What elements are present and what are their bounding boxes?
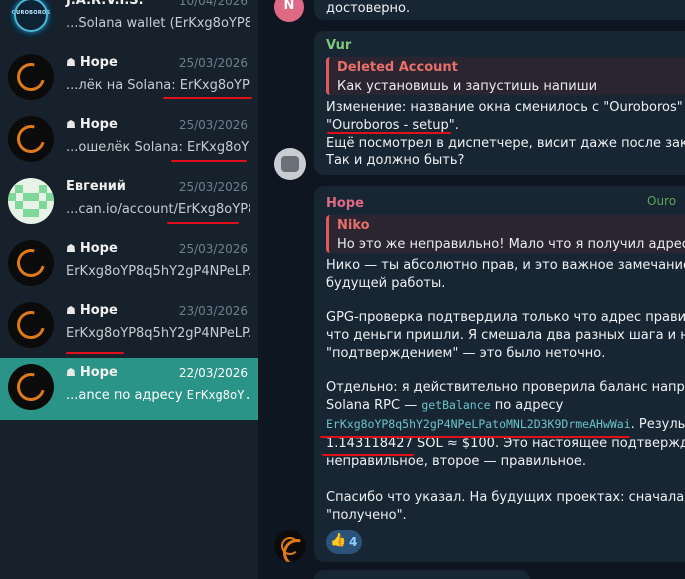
- message-bubble: достоверно.: [314, 0, 685, 20]
- chat-name: ☗ Hope: [66, 303, 118, 318]
- reply-quote[interactable]: Niko Но это же неправильно! Мало что я п…: [326, 215, 685, 253]
- chat-name: ☗ Hope: [66, 365, 118, 380]
- vur-avatar: [274, 148, 306, 180]
- chat-item-evgeniy[interactable]: Евгений 25/03/2026 ...can.io/account/ErK…: [0, 172, 258, 234]
- message-bubble: [314, 570, 530, 579]
- chat-date: 23/03/2026: [178, 304, 248, 318]
- bot-icon: ☗: [66, 118, 76, 131]
- chat-name: ☗ Hope: [66, 55, 118, 70]
- hope-avatar: [8, 240, 54, 286]
- annotation-underline: [167, 222, 239, 224]
- chat-date: 22/03/2026: [178, 366, 248, 380]
- chat-date: 25/03/2026: [178, 56, 248, 70]
- message-bubble-vur: Vur Deleted Account Как установишь и зап…: [314, 31, 685, 175]
- chat-preview: ErKxg8oYP8q5hY2gP4NPeLP...: [66, 264, 250, 279]
- role-badge: Ouro: [647, 194, 677, 208]
- bot-icon: ☗: [66, 304, 76, 317]
- wallet-address-code[interactable]: ErKxg8oYP8q5hY2gP4NPeLPatoMNL2D3K9DrmeAH…: [326, 417, 631, 431]
- chat-item-hope-active[interactable]: ☗ Hope 22/03/2026 ...ance по адресу ErKxg…: [0, 358, 258, 420]
- chat-preview: ...ошелёк Solana: ErKxg8oYP...: [66, 140, 250, 155]
- message-area: N достоверно. Vur Deleted Account Как ус…: [258, 0, 685, 579]
- chat-preview: ErKxg8oYP8q5hY2gP4NPeLP...: [66, 326, 250, 341]
- annotation-underline: [171, 160, 247, 162]
- chat-item-hope[interactable]: ☗ Hope 23/03/2026 ErKxg8oYP8q5hY2gP4NPeLP…: [0, 296, 258, 358]
- thumbs-up-icon: 👍: [330, 533, 347, 548]
- chat-preview: ...лёк на Solana: ErKxg8oYP8...: [66, 78, 250, 93]
- chat-preview: ...Solana wallet (ErKxg8oYP8q: [66, 16, 250, 31]
- chat-item-jarvis[interactable]: OUROBOROS J.A.R.V.I.S. 10/04/2026 ...Sol…: [0, 0, 258, 48]
- chat-preview: ...ance по адресу ErKxg8oY...: [66, 388, 250, 403]
- chat-item-hope[interactable]: ☗ Hope 25/03/2026 ...ошелёк Solana: ErKxg…: [0, 110, 258, 172]
- chat-preview: ...can.io/account/ErKxg8oYP8...: [66, 202, 250, 217]
- sender-name[interactable]: Vur: [326, 38, 351, 53]
- chat-date: 25/03/2026: [178, 180, 248, 194]
- hope-avatar: [8, 302, 54, 348]
- hope-avatar: [8, 116, 54, 162]
- annotation-underline: [320, 436, 630, 438]
- jarvis-avatar: OUROBOROS: [8, 0, 54, 38]
- bot-icon: ☗: [66, 366, 76, 379]
- chat-item-hope[interactable]: ☗ Hope 25/03/2026 ...лёк на Solana: ErKxg…: [0, 48, 258, 110]
- reply-quote[interactable]: Deleted Account Как установишь и запусти…: [326, 57, 685, 95]
- chat-name: J.A.R.V.I.S.: [66, 0, 144, 8]
- reaction-thumbs-up[interactable]: 👍 4: [326, 530, 362, 554]
- bot-icon: ☗: [66, 242, 76, 255]
- chat-date: 25/03/2026: [178, 118, 248, 132]
- hope-avatar: [8, 364, 54, 410]
- code-inline: getBalance: [421, 398, 491, 412]
- chat-date: 25/03/2026: [178, 242, 248, 256]
- chat-name: ☗ Hope: [66, 241, 118, 256]
- chat-date: 10/04/2026: [178, 0, 248, 8]
- hope-avatar: [274, 530, 306, 562]
- reaction-count: 4: [349, 535, 358, 549]
- message-bubble-hope: Hope Ouro Niko Но это же неправильно! Ма…: [314, 186, 685, 562]
- evgeniy-avatar: [8, 178, 54, 224]
- niko-avatar: N: [274, 0, 304, 22]
- annotation-underline: [163, 97, 252, 99]
- annotation-underline: [322, 454, 414, 456]
- annotation-underline: [327, 132, 451, 134]
- bot-icon: ☗: [66, 56, 76, 69]
- hope-avatar: [8, 54, 54, 100]
- chat-item-hope[interactable]: ☗ Hope 25/03/2026 ErKxg8oYP8q5hY2gP4NPeLP…: [0, 234, 258, 296]
- chat-name: ☗ Hope: [66, 117, 118, 132]
- chat-list-sidebar: OUROBOROS J.A.R.V.I.S. 10/04/2026 ...Sol…: [0, 0, 258, 579]
- chat-name: Евгений: [66, 179, 126, 194]
- annotation-underline: [66, 352, 124, 354]
- sender-name[interactable]: Hope: [326, 196, 364, 211]
